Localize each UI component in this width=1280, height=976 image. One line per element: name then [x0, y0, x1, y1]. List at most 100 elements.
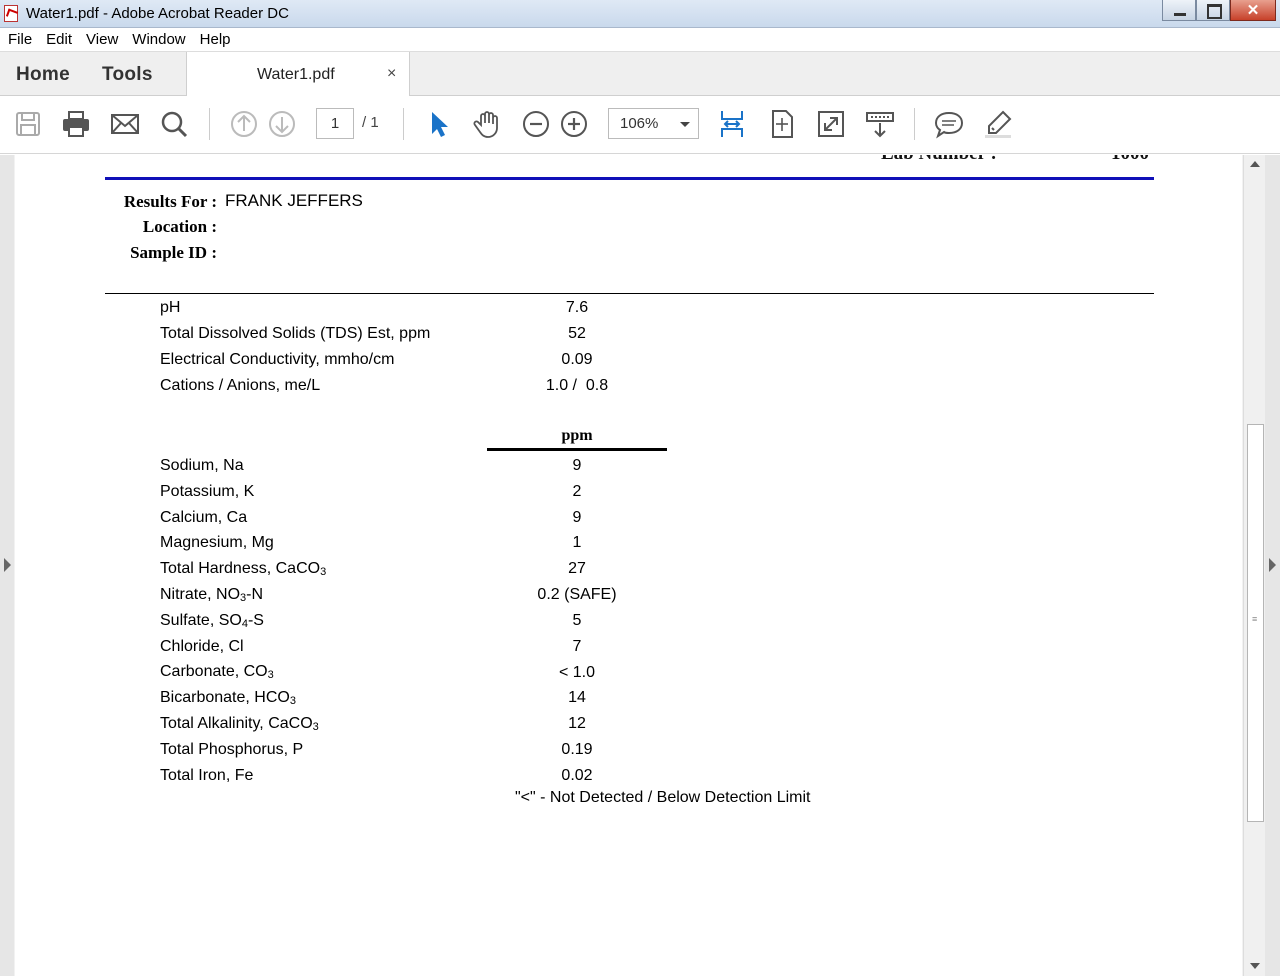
analyte-value: 0.02: [561, 767, 593, 784]
analyte-value: 14: [568, 689, 586, 706]
analyte-label: Total Phosphorus, P: [160, 741, 304, 758]
tab-bar: Home Tools Water1.pdf ×: [0, 52, 1280, 97]
general-label: Cations / Anions, me/L: [160, 377, 321, 394]
zoom-select[interactable]: 106%: [608, 108, 699, 139]
menu-view[interactable]: View: [79, 28, 125, 51]
select-cursor-icon[interactable]: [424, 109, 454, 139]
analyte-value: 12: [568, 715, 586, 732]
analyte-value: 9: [572, 457, 582, 474]
menu-bar: File Edit View Window Help: [0, 28, 1280, 52]
zoom-out-icon[interactable]: [521, 109, 551, 139]
header-rule: [105, 177, 1154, 180]
fit-page-icon[interactable]: [767, 109, 797, 139]
lab-number-value: 1000: [1111, 155, 1149, 165]
general-value: 7.6: [565, 299, 589, 316]
analyte-value: 9: [572, 509, 582, 526]
general-label: pH: [160, 299, 181, 316]
general-value: 0.09: [561, 351, 593, 368]
scroll-down-icon[interactable]: [1250, 963, 1260, 969]
analyte-value: 2: [572, 483, 582, 500]
menu-file[interactable]: File: [1, 28, 39, 51]
acrobat-app-icon: [4, 5, 18, 22]
close-window-button[interactable]: ✕: [1230, 0, 1276, 21]
unit-header: ppm: [561, 427, 593, 444]
scroll-up-icon[interactable]: [1250, 161, 1260, 167]
analyte-label: Magnesium, Mg: [160, 534, 274, 551]
unit-header-rule: [487, 448, 667, 451]
menu-help[interactable]: Help: [193, 28, 238, 51]
general-label: Total Dissolved Solids (TDS) Est, ppm: [160, 325, 431, 342]
toolbar-separator: [209, 108, 210, 140]
menu-window[interactable]: Window: [125, 28, 192, 51]
analyte-value: < 1.0: [558, 664, 596, 681]
zoom-in-icon[interactable]: [559, 109, 589, 139]
analyte-value: 1: [572, 534, 582, 551]
analyte-value: 27: [568, 560, 586, 577]
email-icon[interactable]: [110, 109, 140, 139]
close-icon: ✕: [1246, 2, 1260, 19]
tab-document[interactable]: Water1.pdf ×: [186, 52, 410, 97]
maximize-button[interactable]: [1196, 0, 1230, 21]
grip-icon: ≡: [1252, 614, 1258, 624]
analyte-value: 0.19: [561, 741, 593, 758]
zoom-value: 106%: [620, 115, 659, 132]
left-panel-toggle[interactable]: [0, 155, 14, 976]
analyte-value: 7: [572, 638, 582, 655]
menu-edit[interactable]: Edit: [39, 28, 79, 51]
general-value: 52: [568, 325, 586, 342]
toolbar: 1 / 1 106%: [0, 96, 1280, 154]
toolbar-separator: [403, 108, 404, 140]
pdf-page: Lab Number : 1000 Results For : FRANK JE…: [15, 155, 1242, 976]
chevron-down-icon: [680, 122, 690, 127]
window-title: Water1.pdf - Adobe Acrobat Reader DC: [26, 5, 289, 22]
section-rule: [105, 293, 1154, 294]
right-panel-toggle[interactable]: [1265, 155, 1280, 976]
scrollbar-thumb[interactable]: ≡: [1247, 424, 1264, 822]
tab-tools[interactable]: Tools: [102, 64, 153, 86]
previous-page-icon[interactable]: [229, 109, 259, 139]
analyte-label: Bicarbonate, HCO3: [160, 689, 296, 707]
results-for-value: FRANK JEFFERS: [225, 191, 363, 210]
close-tab-icon[interactable]: ×: [387, 65, 396, 83]
expand-right-icon: [1269, 558, 1276, 572]
expand-left-icon: [4, 558, 11, 572]
general-label: Electrical Conductivity, mmho/cm: [160, 351, 395, 368]
search-icon[interactable]: [159, 109, 189, 139]
page-number-input[interactable]: 1: [316, 108, 354, 139]
analyte-label: Calcium, Ca: [160, 509, 248, 526]
detection-limit-footnote: "<" - Not Detected / Below Detection Lim…: [515, 789, 811, 806]
minimize-button[interactable]: [1162, 0, 1196, 21]
hand-tool-icon[interactable]: [472, 109, 502, 139]
analyte-label: Nitrate, NO3-N: [160, 586, 264, 604]
document-viewer: Lab Number : 1000 Results For : FRANK JE…: [0, 155, 1280, 976]
analyte-label: Total Alkalinity, CaCO3: [160, 715, 319, 733]
print-icon[interactable]: [61, 109, 91, 139]
comment-icon[interactable]: [934, 109, 964, 139]
save-icon[interactable]: [13, 109, 43, 139]
highlight-pen-icon[interactable]: [983, 109, 1013, 139]
toolbar-separator: [914, 108, 915, 140]
analyte-value: 5: [572, 612, 582, 629]
scroll-mode-icon[interactable]: [865, 109, 895, 139]
document-tab-label: Water1.pdf: [257, 66, 335, 83]
general-value: 1.0 / 0.8: [545, 377, 609, 394]
title-bar: Water1.pdf - Adobe Acrobat Reader DC ✕: [0, 0, 1280, 28]
fit-width-icon[interactable]: [717, 109, 747, 139]
analyte-label: Sodium, Na: [160, 457, 244, 474]
results-for-label: Results For :: [123, 192, 217, 211]
analyte-label: Chloride, Cl: [160, 638, 244, 655]
analyte-value: 0.2 (SAFE): [537, 586, 617, 603]
vertical-scrollbar[interactable]: ≡: [1243, 155, 1265, 976]
analyte-label: Total Iron, Fe: [160, 767, 254, 784]
location-label: Location :: [142, 217, 217, 236]
analyte-label: Sulfate, SO4-S: [160, 612, 264, 630]
analyte-label: Carbonate, CO3: [160, 663, 274, 681]
analyte-label: Potassium, K: [160, 483, 255, 500]
analyte-label: Total Hardness, CaCO3: [160, 560, 327, 578]
page-total: / 1: [362, 114, 379, 131]
next-page-icon[interactable]: [267, 109, 297, 139]
tab-home[interactable]: Home: [16, 64, 70, 86]
full-screen-icon[interactable]: [816, 109, 846, 139]
sample-id-label: Sample ID :: [130, 243, 217, 262]
lab-number-label: Lab Number :: [881, 155, 997, 165]
